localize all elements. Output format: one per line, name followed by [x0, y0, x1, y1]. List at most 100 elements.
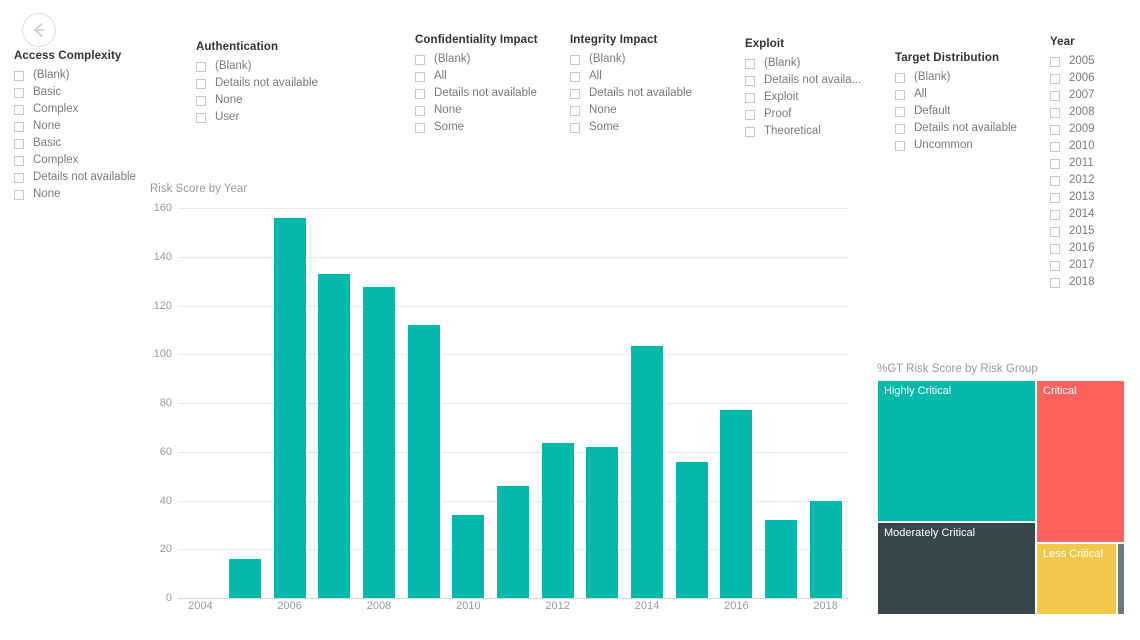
slicer-option[interactable]: Details not available — [570, 85, 730, 102]
checkbox-icon[interactable] — [1050, 141, 1060, 152]
slicer-option[interactable]: Theoretical — [745, 123, 875, 140]
checkbox-icon[interactable] — [415, 71, 425, 82]
slicer-option[interactable]: All — [415, 68, 560, 85]
checkbox-icon[interactable] — [196, 78, 206, 89]
back-button[interactable] — [22, 13, 56, 47]
checkbox-icon[interactable] — [745, 58, 755, 69]
bar[interactable] — [630, 345, 664, 598]
slicer-option[interactable]: Basic — [14, 135, 184, 152]
checkbox-icon[interactable] — [14, 155, 24, 166]
checkbox-icon[interactable] — [570, 88, 580, 99]
checkbox-icon[interactable] — [14, 172, 24, 183]
checkbox-icon[interactable] — [1050, 243, 1060, 254]
slicer-option[interactable]: 2015 — [1050, 223, 1140, 240]
slicer-option[interactable]: Uncommon — [895, 137, 1045, 154]
slicer-option[interactable]: (Blank) — [196, 58, 396, 75]
checkbox-icon[interactable] — [415, 122, 425, 133]
checkbox-icon[interactable] — [14, 70, 24, 81]
bar[interactable] — [675, 461, 708, 598]
checkbox-icon[interactable] — [1050, 90, 1060, 101]
checkbox-icon[interactable] — [1050, 124, 1060, 135]
checkbox-icon[interactable] — [196, 61, 206, 72]
checkbox-icon[interactable] — [745, 92, 755, 103]
checkbox-icon[interactable] — [570, 54, 580, 65]
slicer-option[interactable]: 2008 — [1050, 104, 1140, 121]
slicer-option[interactable]: Some — [415, 119, 560, 136]
bar[interactable] — [273, 217, 306, 598]
risk-score-by-year-chart[interactable]: Risk Score by Year 0 20 40 60 80 100 120 140 160… — [148, 183, 848, 640]
checkbox-icon[interactable] — [1050, 107, 1060, 118]
slicer-option[interactable]: None — [415, 102, 560, 119]
checkbox-icon[interactable] — [1050, 192, 1060, 203]
checkbox-icon[interactable] — [415, 105, 425, 116]
slicer-option[interactable]: (Blank) — [570, 51, 730, 68]
slicer-option[interactable]: None — [14, 118, 184, 135]
checkbox-icon[interactable] — [895, 106, 905, 117]
slicer-option[interactable]: Details not available — [196, 75, 396, 92]
slicer-option[interactable]: None — [196, 92, 396, 109]
checkbox-icon[interactable] — [415, 54, 425, 65]
checkbox-icon[interactable] — [895, 123, 905, 134]
slicer-option[interactable]: 2014 — [1050, 206, 1140, 223]
checkbox-icon[interactable] — [14, 189, 24, 200]
slicer-option[interactable]: 2016 — [1050, 240, 1140, 257]
checkbox-icon[interactable] — [14, 138, 24, 149]
slicer-option[interactable]: Details not availa... — [745, 72, 875, 89]
checkbox-icon[interactable] — [1050, 175, 1060, 186]
checkbox-icon[interactable] — [415, 88, 425, 99]
checkbox-icon[interactable] — [196, 112, 206, 123]
slicer-option[interactable]: Details not available — [895, 120, 1045, 137]
slicer-option[interactable]: (Blank) — [895, 69, 1045, 86]
checkbox-icon[interactable] — [745, 126, 755, 137]
treemap-tile[interactable]: Critical — [1036, 380, 1125, 543]
bar[interactable] — [809, 500, 842, 598]
treemap-tile[interactable]: Highly Critical — [877, 380, 1036, 522]
checkbox-icon[interactable] — [196, 95, 206, 106]
slicer-option[interactable]: Some — [570, 119, 730, 136]
slicer-option[interactable]: None — [570, 102, 730, 119]
slicer-option[interactable]: Proof — [745, 106, 875, 123]
slicer-option[interactable]: Exploit — [745, 89, 875, 106]
checkbox-icon[interactable] — [745, 75, 755, 86]
treemap-tile[interactable]: Less Critical — [1036, 543, 1117, 615]
checkbox-icon[interactable] — [895, 140, 905, 151]
checkbox-icon[interactable] — [1050, 73, 1060, 84]
bar[interactable] — [764, 520, 798, 598]
checkbox-icon[interactable] — [1050, 226, 1060, 237]
checkbox-icon[interactable] — [14, 104, 24, 115]
slicer-option[interactable]: 2013 — [1050, 189, 1140, 206]
slicer-option[interactable]: 2010 — [1050, 138, 1140, 155]
checkbox-icon[interactable] — [1050, 260, 1060, 271]
checkbox-icon[interactable] — [14, 121, 24, 132]
bar[interactable] — [362, 287, 396, 598]
bar[interactable] — [318, 273, 351, 598]
treemap-tile[interactable]: Moderately Critical — [877, 522, 1036, 615]
checkbox-icon[interactable] — [570, 122, 580, 133]
slicer-option[interactable]: 2017 — [1050, 257, 1140, 274]
checkbox-icon[interactable] — [570, 105, 580, 116]
slicer-option[interactable]: (Blank) — [415, 51, 560, 68]
slicer-option[interactable]: 2007 — [1050, 87, 1140, 104]
checkbox-icon[interactable] — [745, 109, 755, 120]
slicer-option[interactable]: Details not available — [415, 85, 560, 102]
slicer-option[interactable]: (Blank) — [14, 67, 184, 84]
slicer-option[interactable]: 2005 — [1050, 53, 1140, 70]
checkbox-icon[interactable] — [1050, 209, 1060, 220]
slicer-option[interactable]: Basic — [14, 84, 184, 101]
slicer-option[interactable]: Default — [895, 103, 1045, 120]
risk-group-treemap[interactable]: %GT Risk Score by Risk Group Highly Crit… — [877, 363, 1125, 615]
checkbox-icon[interactable] — [570, 71, 580, 82]
slicer-option[interactable]: All — [570, 68, 730, 85]
slicer-option[interactable]: 2011 — [1050, 155, 1140, 172]
bar[interactable] — [541, 443, 574, 598]
slicer-option[interactable]: 2009 — [1050, 121, 1140, 138]
bar[interactable] — [407, 325, 440, 598]
bar[interactable] — [586, 446, 619, 598]
slicer-option[interactable]: All — [895, 86, 1045, 103]
checkbox-icon[interactable] — [1050, 277, 1060, 288]
checkbox-icon[interactable] — [895, 72, 905, 83]
slicer-option[interactable]: 2018 — [1050, 274, 1140, 291]
treemap-tile[interactable] — [1117, 543, 1125, 615]
slicer-option[interactable]: Complex — [14, 152, 184, 169]
checkbox-icon[interactable] — [1050, 158, 1060, 169]
